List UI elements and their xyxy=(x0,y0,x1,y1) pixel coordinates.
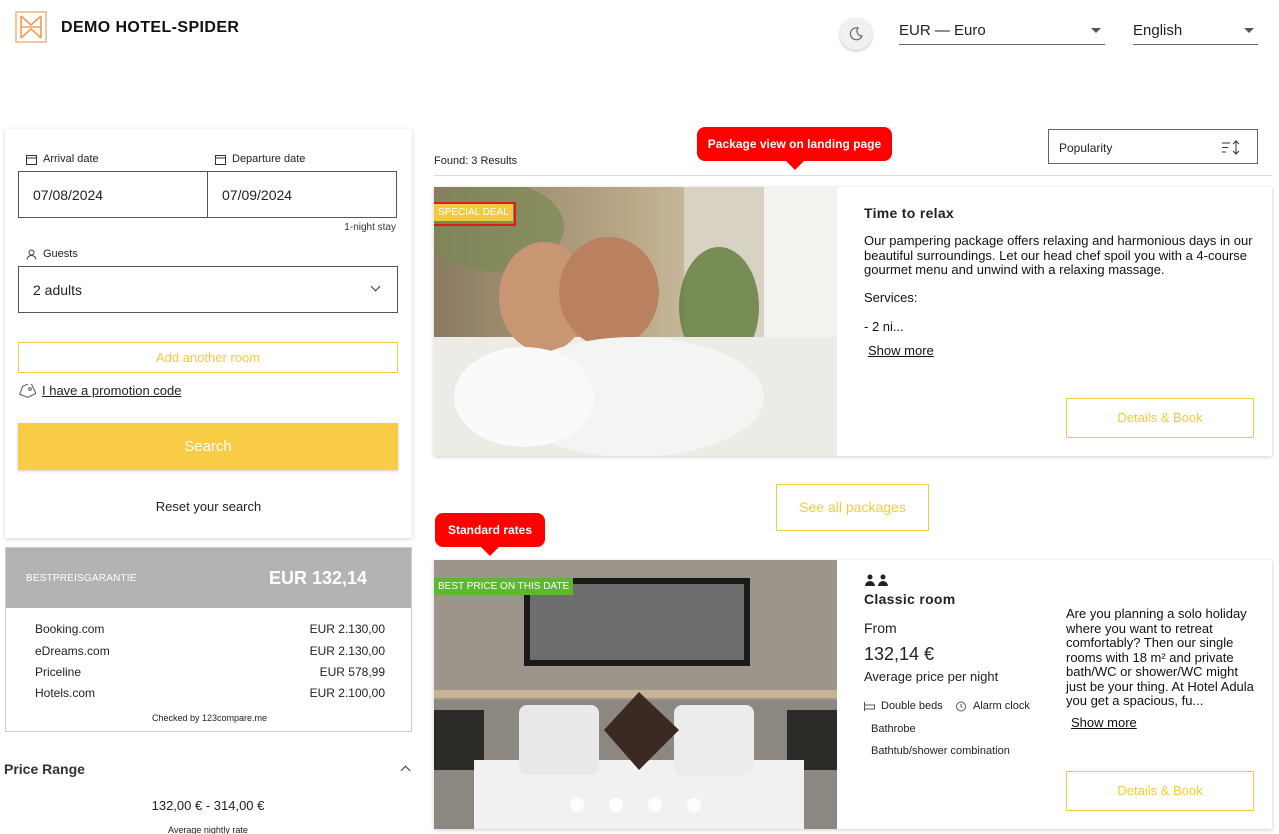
person-icon xyxy=(26,249,37,260)
package-description: Our pampering package offers relaxing an… xyxy=(864,233,1253,277)
divider xyxy=(434,175,1272,176)
moon-icon xyxy=(849,27,863,41)
package-photo[interactable]: SPECIAL DEAL xyxy=(434,187,837,456)
carousel-dot[interactable] xyxy=(609,798,623,812)
room-card: BEST PRICE ON THIS DATE Classic room Fro… xyxy=(434,560,1272,829)
package-book-button[interactable]: Details & Book xyxy=(1066,398,1254,438)
room-show-more-link[interactable]: Show more xyxy=(1071,715,1137,730)
alarm-clock-icon xyxy=(956,701,966,712)
price-range-subtitle: Average nightly rate xyxy=(168,825,248,834)
chevron-up-icon[interactable] xyxy=(400,765,411,776)
price-range-title: Price Range xyxy=(4,761,85,777)
amenity-bathrobe: Bathrobe xyxy=(871,723,916,735)
best-price-guarantee: BESTPREISGARANTIE EUR 132,14 Booking.com… xyxy=(5,547,412,732)
results-count: Found: 3 Results xyxy=(434,155,518,167)
package-card: SPECIAL DEAL Time to relax Our pampering… xyxy=(434,187,1272,456)
checked-by: Checked by 123compare.me xyxy=(151,713,268,723)
price-range-values: 132,00 € - 314,00 € xyxy=(151,798,265,813)
package-callout: Package view on landing page xyxy=(697,127,892,170)
package-services-item: - 2 ni... xyxy=(864,319,904,334)
compare-row: Priceline EUR 578,99 xyxy=(35,665,385,679)
best-price-header: BESTPREISGARANTIE EUR 132,14 xyxy=(6,548,411,608)
language-value: English xyxy=(1133,22,1183,39)
carousel-dot[interactable] xyxy=(570,798,584,812)
best-price-value: EUR 132,14 xyxy=(268,568,367,588)
arrival-date-input[interactable]: 07/08/2024 xyxy=(18,171,208,218)
room-photo[interactable]: BEST PRICE ON THIS DATE xyxy=(434,560,837,829)
package-title: Time to relax xyxy=(864,205,955,221)
room-description: Are you planning a solo holiday where yo… xyxy=(1066,606,1254,708)
amenity-bathtub: Bathtub/shower combination xyxy=(871,745,1010,757)
package-services: Services: xyxy=(864,290,918,305)
currency-value: EUR — Euro xyxy=(899,22,986,39)
search-button[interactable]: Search xyxy=(18,423,398,470)
guests-label: Guests xyxy=(26,248,78,260)
highlight-box xyxy=(434,202,516,226)
departure-date-input[interactable]: 07/09/2024 xyxy=(207,171,397,218)
tag-icon xyxy=(19,383,36,398)
brand-name: DEMO HOTEL-SPIDER xyxy=(61,19,240,36)
guests-select[interactable]: 2 adults xyxy=(18,266,398,313)
departure-label: Departure date xyxy=(215,153,305,165)
carousel-dot[interactable] xyxy=(648,798,662,812)
caret-down-icon xyxy=(1244,28,1254,33)
compare-row: Booking.com EUR 2.130,00 xyxy=(35,622,385,636)
night-count: 1-night stay xyxy=(344,222,396,233)
room-from-label: From xyxy=(864,620,897,636)
search-panel: Arrival date Departure date 07/08/2024 0… xyxy=(5,129,412,538)
bed-icon xyxy=(864,701,875,711)
sort-icon xyxy=(1222,140,1240,155)
language-select[interactable]: English xyxy=(1133,20,1258,45)
best-price-badge: BEST PRICE ON THIS DATE xyxy=(434,578,574,595)
add-room-button[interactable]: Add another room xyxy=(18,342,398,373)
guests-value: 2 adults xyxy=(33,282,83,298)
two-persons-icon xyxy=(865,574,888,586)
carousel-dot[interactable] xyxy=(687,798,701,812)
currency-select[interactable]: EUR — Euro xyxy=(899,20,1105,45)
standard-rates-callout: Standard rates xyxy=(435,513,545,556)
room-price: 132,14 € xyxy=(864,644,935,664)
reset-search-link[interactable]: Reset your search xyxy=(5,499,412,514)
sort-select[interactable]: Popularity xyxy=(1048,129,1258,164)
caret-down-icon xyxy=(1091,28,1101,33)
calendar-icon xyxy=(215,154,226,165)
promo-code-link[interactable]: I have a promotion code xyxy=(18,383,181,398)
room-price-note: Average price per night xyxy=(864,669,999,684)
room-title: Classic room xyxy=(864,591,956,607)
chevron-down-icon xyxy=(370,281,381,292)
see-all-packages-button[interactable]: See all packages xyxy=(776,484,929,531)
calendar-icon xyxy=(26,154,37,165)
amenity-alarm-clock: Alarm clock xyxy=(955,700,1030,712)
bedroom-image xyxy=(434,560,837,829)
hotel-logo-icon xyxy=(15,11,47,43)
compare-row: Hotels.com EUR 2.100,00 xyxy=(35,686,385,700)
room-book-button[interactable]: Details & Book xyxy=(1066,771,1254,811)
package-show-more-link[interactable]: Show more xyxy=(868,343,934,358)
arrival-label: Arrival date xyxy=(26,153,99,165)
amenity-double-beds: Double beds xyxy=(864,700,943,712)
spa-couple-image xyxy=(434,187,837,456)
sort-value: Popularity xyxy=(1059,141,1113,155)
theme-toggle-button[interactable] xyxy=(840,18,872,50)
compare-row: eDreams.com EUR 2.130,00 xyxy=(35,644,385,658)
